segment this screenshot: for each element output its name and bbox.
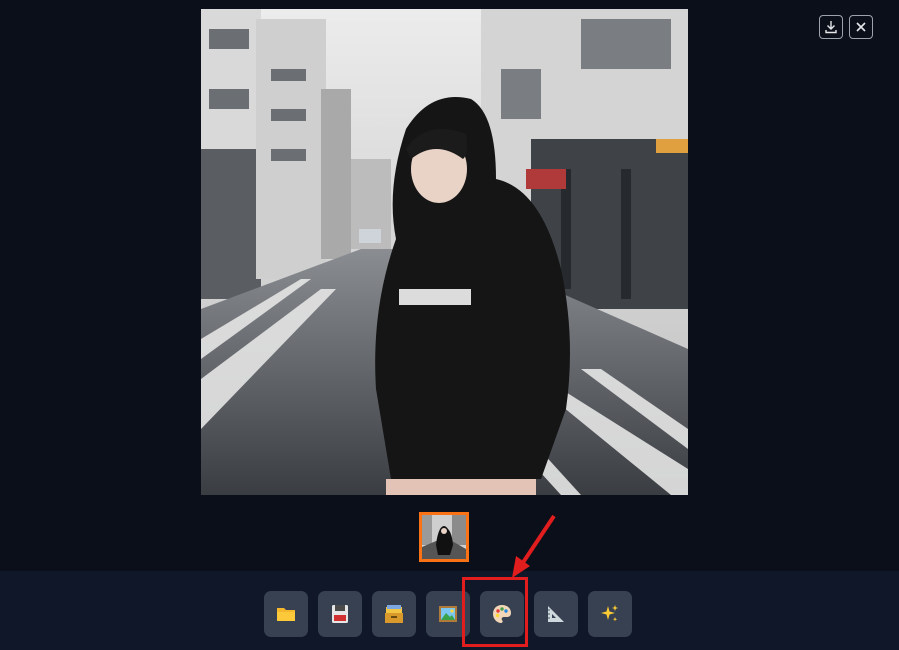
send-to-extras-button[interactable]	[534, 591, 578, 637]
open-folder-button[interactable]	[264, 591, 308, 637]
close-icon	[856, 22, 866, 32]
send-to-inpaint-button[interactable]	[480, 591, 524, 637]
framed-picture-icon	[439, 606, 457, 622]
sparkles-icon	[601, 605, 618, 622]
image-lightbox	[0, 0, 899, 650]
download-icon	[825, 21, 837, 34]
close-button[interactable]	[849, 15, 873, 39]
lightbox-controls	[819, 15, 873, 39]
thumbnail-selected[interactable]	[419, 512, 469, 562]
folder-icon	[277, 608, 295, 621]
main-image	[201, 9, 688, 495]
generate-variation-button[interactable]	[588, 591, 632, 637]
send-to-img2img-button[interactable]	[426, 591, 470, 637]
save-icon	[332, 605, 348, 623]
zip-button[interactable]	[372, 591, 416, 637]
save-button[interactable]	[318, 591, 362, 637]
toolbar	[264, 591, 632, 637]
download-button[interactable]	[819, 15, 843, 39]
palette-icon	[493, 605, 511, 623]
card-file-box-icon	[385, 605, 403, 623]
triangular-ruler-icon	[548, 606, 564, 622]
